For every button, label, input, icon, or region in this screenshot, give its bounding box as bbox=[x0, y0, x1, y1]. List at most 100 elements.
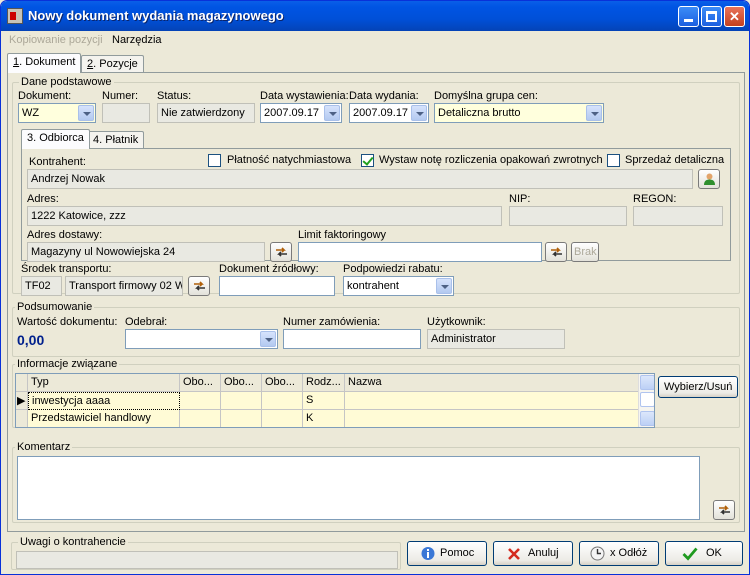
arrows-icon bbox=[194, 281, 205, 291]
chevron-down-icon[interactable] bbox=[78, 105, 94, 121]
select-remove-button[interactable]: Wybierz/Usuń bbox=[658, 376, 738, 398]
postpone-button[interactable]: x Odłóż bbox=[579, 541, 659, 566]
regon-label: REGON: bbox=[633, 193, 677, 205]
cell-obo-1[interactable] bbox=[180, 410, 221, 427]
minimize-button[interactable] bbox=[678, 6, 699, 27]
col-header-obo-1[interactable]: Obo... bbox=[180, 374, 221, 392]
clock-icon bbox=[590, 546, 605, 561]
scroll-down-icon[interactable] bbox=[640, 411, 654, 426]
col-header-name[interactable]: Nazwa bbox=[345, 374, 639, 392]
contractor-notes-field[interactable] bbox=[16, 551, 398, 569]
retail-sale-checkbox[interactable] bbox=[607, 154, 620, 167]
source-document-field[interactable] bbox=[219, 276, 335, 296]
menu-tools[interactable]: Narzędzia bbox=[112, 34, 162, 46]
transport-name-field[interactable]: Transport firmowy 02 W bbox=[65, 276, 183, 296]
tab-recipient[interactable]: 3. Odbiorca bbox=[21, 129, 90, 149]
cell-kind[interactable]: S bbox=[303, 392, 345, 410]
related-grid-scrollbar[interactable] bbox=[638, 374, 654, 427]
status-label: Status: bbox=[157, 90, 192, 102]
basic-data-group: Dane podstawowe Dokument: WZ Numer: Stat… bbox=[12, 76, 740, 296]
chevron-down-icon[interactable] bbox=[586, 105, 602, 121]
related-info-group: Informacje związane Typ Obo... Obo... Ob… bbox=[12, 358, 740, 428]
factoring-limit-field[interactable] bbox=[298, 242, 542, 262]
select-delivery-address-button[interactable] bbox=[270, 242, 292, 262]
cancel-button[interactable]: Anuluj bbox=[493, 541, 573, 566]
cell-type[interactable]: Przedstawiciel handlowy bbox=[28, 410, 180, 427]
chevron-down-icon[interactable] bbox=[260, 331, 276, 347]
nip-field[interactable] bbox=[509, 206, 627, 226]
menu-copy-positions[interactable]: Kopiowanie pozycji bbox=[9, 34, 103, 46]
number-label: Numer: bbox=[102, 90, 139, 102]
ok-button[interactable]: OK bbox=[665, 541, 743, 566]
contractor-field[interactable]: Andrzej Nowak bbox=[27, 169, 693, 189]
discount-hint-label: Podpowiedzi rabatu: bbox=[343, 263, 443, 275]
scroll-thumb[interactable] bbox=[640, 392, 654, 407]
select-remove-label: Wybierz/Usuń bbox=[664, 381, 733, 393]
insert-comment-button[interactable] bbox=[713, 500, 735, 520]
chevron-down-icon[interactable] bbox=[411, 105, 427, 121]
document-tab-panel: Dane podstawowe Dokument: WZ Numer: Stat… bbox=[7, 72, 745, 532]
packaging-note-checkbox[interactable] bbox=[361, 154, 374, 167]
cell-kind[interactable]: K bbox=[303, 410, 345, 427]
regon-field[interactable] bbox=[633, 206, 723, 226]
maximize-button[interactable] bbox=[701, 6, 722, 27]
help-button[interactable]: Pomoc bbox=[407, 541, 487, 566]
brak-button[interactable]: Brak bbox=[571, 242, 599, 262]
cell-obo-3[interactable] bbox=[262, 392, 303, 410]
release-date-value: 2007.09.17 bbox=[353, 107, 409, 119]
address-field[interactable]: 1222 Katowice, zzz bbox=[27, 206, 502, 226]
comment-textarea[interactable] bbox=[17, 456, 700, 520]
cell-name[interactable] bbox=[345, 392, 639, 410]
col-header-obo-3[interactable]: Obo... bbox=[262, 374, 303, 392]
document-type-select[interactable]: WZ bbox=[18, 103, 96, 123]
cell-obo-2[interactable] bbox=[221, 392, 262, 410]
window-title: Nowy dokument wydania magazynowego bbox=[28, 8, 284, 23]
user-label: Użytkownik: bbox=[427, 316, 486, 328]
tab-document[interactable]: 1. Dokument bbox=[7, 53, 82, 73]
tab-payer[interactable]: 4. Płatnik bbox=[87, 131, 145, 149]
col-header-type[interactable]: Typ bbox=[28, 374, 180, 392]
release-date-picker[interactable]: 2007.09.17 bbox=[349, 103, 429, 123]
col-header-obo-2[interactable]: Obo... bbox=[221, 374, 262, 392]
select-factoring-button[interactable] bbox=[545, 242, 567, 262]
postpone-label: x Odłóż bbox=[610, 547, 648, 559]
related-info-grid[interactable]: Typ Obo... Obo... Obo... Rodz... Nazwa ▶… bbox=[15, 373, 655, 428]
cell-obo-2[interactable] bbox=[221, 410, 262, 427]
scroll-up-icon[interactable] bbox=[640, 375, 654, 390]
discount-hint-select[interactable]: kontrahent bbox=[343, 276, 454, 296]
check-icon bbox=[682, 547, 698, 561]
discount-hint-value: kontrahent bbox=[347, 280, 399, 292]
cell-obo-3[interactable] bbox=[262, 410, 303, 427]
issue-date-picker[interactable]: 2007.09.17 bbox=[260, 103, 342, 123]
document-value-label: Wartość dokumentu: bbox=[17, 316, 118, 328]
price-group-select[interactable]: Detaliczna brutto bbox=[434, 103, 604, 123]
instant-payment-checkbox[interactable] bbox=[208, 154, 221, 167]
col-header-kind[interactable]: Rodz... bbox=[303, 374, 345, 392]
document-total-value: 0,00 bbox=[17, 332, 45, 348]
tab-positions[interactable]: 2. Pozycje bbox=[81, 55, 144, 73]
select-contractor-button[interactable] bbox=[698, 169, 720, 189]
receiver-select[interactable] bbox=[125, 329, 278, 349]
user-field: Administrator bbox=[427, 329, 565, 349]
order-number-field[interactable] bbox=[283, 329, 421, 349]
chevron-down-icon[interactable] bbox=[436, 278, 452, 294]
cell-name[interactable] bbox=[345, 410, 639, 427]
close-button[interactable]: ✕ bbox=[724, 6, 745, 27]
cell-type[interactable]: inwestycja aaaa bbox=[28, 392, 180, 410]
cancel-label: Anuluj bbox=[528, 547, 559, 559]
delivery-address-field[interactable]: Magazyny ul Nowowiejska 24 bbox=[27, 242, 265, 262]
chevron-down-icon[interactable] bbox=[324, 105, 340, 121]
select-transport-button[interactable] bbox=[188, 276, 210, 296]
document-type-value: WZ bbox=[22, 107, 40, 119]
cell-obo-1[interactable] bbox=[180, 392, 221, 410]
instant-payment-label: Płatność natychmiastowa bbox=[227, 154, 352, 166]
recipient-panel: Kontrahent: Płatność natychmiastowa Wyst… bbox=[21, 148, 731, 262]
app-icon bbox=[7, 8, 23, 24]
title-bar[interactable]: Nowy dokument wydania magazynowego ✕ bbox=[1, 1, 749, 31]
row-indicator bbox=[16, 410, 28, 427]
number-field[interactable] bbox=[102, 103, 150, 123]
related-info-group-label: Informacje związane bbox=[15, 358, 120, 370]
comment-group: Komentarz bbox=[12, 441, 740, 523]
transport-code-field[interactable]: TF02 bbox=[21, 276, 62, 296]
issue-date-value: 2007.09.17 bbox=[264, 107, 320, 119]
